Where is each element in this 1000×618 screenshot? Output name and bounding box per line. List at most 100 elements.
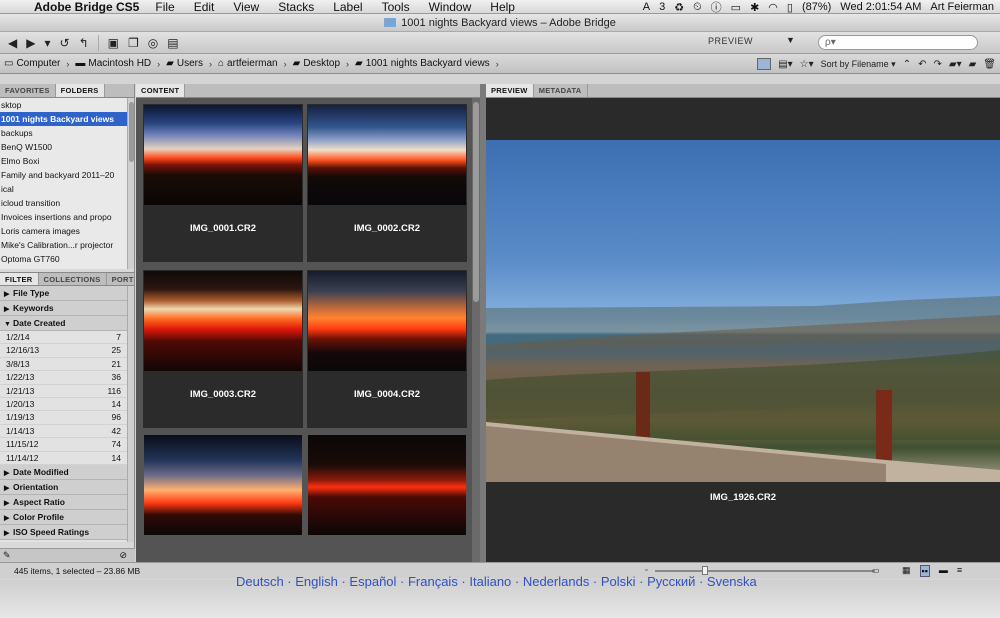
folder-item[interactable]: Loris camera images	[0, 224, 128, 238]
thumb-small-icon[interactable]: ▫	[645, 567, 647, 574]
thumbnail-image[interactable]	[144, 271, 302, 371]
copy-icon[interactable]: ❐	[128, 36, 139, 50]
thumbnail-image[interactable]	[308, 435, 466, 535]
sync-icon[interactable]: ♻	[674, 1, 684, 14]
thumbnail-image[interactable]	[308, 105, 466, 205]
crumb-arrow-icon[interactable]: ›	[496, 59, 499, 69]
tab-filter[interactable]: FILTER	[0, 273, 39, 285]
folder-item[interactable]: Optoma GT760	[0, 252, 128, 266]
list-view-icon[interactable]: ≡	[957, 565, 962, 577]
pin-icon[interactable]: ✎	[3, 550, 11, 561]
disclosure-closed-icon[interactable]: ▶	[4, 302, 13, 317]
filter-category[interactable]: ▶ Date Modified	[0, 464, 128, 480]
folder-item[interactable]: ical	[0, 182, 128, 196]
menu-tools[interactable]: Tools	[382, 0, 410, 14]
reveal-recent-icon[interactable]: ↰	[79, 36, 89, 50]
tab-collections[interactable]: COLLECTIONS	[39, 273, 107, 285]
star-filter-icon[interactable]: ☆▾	[800, 59, 814, 70]
folder-item[interactable]: Elmo Boxi	[0, 154, 128, 168]
date-filter-row[interactable]: 12/16/13 25	[0, 344, 128, 358]
rotate-left-icon[interactable]: ↶	[918, 59, 926, 70]
clear-filter-icon[interactable]: ⊘	[119, 550, 127, 561]
tab-folders[interactable]: FOLDERS	[55, 84, 105, 97]
thumbnail[interactable]: IMG_0003.CR2	[143, 270, 303, 428]
date-filter-row[interactable]: 1/2/14 7	[0, 331, 128, 345]
time-machine-icon[interactable]: ⏲	[693, 1, 702, 14]
crumb-arrow-icon[interactable]: ›	[209, 59, 212, 69]
thumbnail[interactable]	[307, 434, 467, 542]
back-arrow-icon[interactable]: ◀	[8, 36, 17, 50]
crumb-arrow-icon[interactable]: ›	[157, 59, 160, 69]
recent-icon[interactable]: ↺	[60, 36, 70, 50]
crumb-arrow-icon[interactable]: ›	[346, 59, 349, 69]
menu-edit[interactable]: Edit	[194, 0, 215, 14]
thumbnail-image[interactable]	[308, 271, 466, 371]
folder-item[interactable]: backups	[0, 126, 128, 140]
filter-category[interactable]: ▶ Aspect Ratio	[0, 494, 128, 511]
crumb-users[interactable]: ▰ Users	[166, 58, 203, 69]
thumbnail-image[interactable]	[144, 435, 302, 535]
open-recent-icon[interactable]: ▰▾	[949, 59, 962, 70]
forward-arrow-icon[interactable]: ▶	[26, 36, 35, 50]
folder-item[interactable]: sktop	[0, 98, 128, 112]
filter-category[interactable]: ▶ ISO Speed Ratings	[0, 524, 128, 541]
thumbnail-size-slider[interactable]	[655, 566, 875, 575]
crumb-desktop[interactable]: ▰ Desktop	[293, 58, 340, 69]
thumbnail[interactable]	[143, 434, 303, 542]
disclosure-closed-icon[interactable]: ▶	[4, 526, 13, 541]
tab-content[interactable]: CONTENT	[136, 84, 186, 97]
disclosure-closed-icon[interactable]: ▶	[4, 496, 13, 511]
thumbnail[interactable]: IMG_0001.CR2	[143, 104, 303, 262]
workspace-preview[interactable]: PREVIEW	[708, 36, 753, 46]
preview-image[interactable]	[486, 140, 1000, 482]
scroll-thumb[interactable]	[473, 102, 479, 302]
filter-category[interactable]: ▶ Color Profile	[0, 509, 128, 526]
filter-category[interactable]: ▼ Date Created	[0, 316, 128, 331]
sort-dropdown[interactable]: Sort by Filename ▾	[821, 59, 896, 70]
workspace-dropdown-icon[interactable]: ▼	[786, 35, 795, 45]
disclosure-closed-icon[interactable]: ▶	[4, 511, 13, 526]
clock[interactable]: Wed 2:01:54 AM	[840, 1, 921, 13]
tab-preview[interactable]: PREVIEW	[486, 84, 534, 97]
date-filter-row[interactable]: 11/15/12 74	[0, 438, 128, 452]
thumb-large-icon[interactable]: ▭	[872, 566, 880, 575]
sort-ascending-icon[interactable]: ⌃	[903, 59, 911, 70]
menu-label[interactable]: Label	[333, 0, 362, 14]
filter-scrollbar[interactable]	[127, 286, 134, 542]
tab-export[interactable]: PORT	[107, 273, 140, 285]
search-input[interactable]: ρ▾	[818, 35, 978, 50]
disclosure-open-icon[interactable]: ▼	[4, 317, 13, 332]
crumb-arrow-icon[interactable]: ›	[284, 59, 287, 69]
user-name[interactable]: Art Feierman	[930, 1, 994, 13]
folder-item[interactable]: 1001 nights Backyard views	[0, 112, 128, 126]
thumbnail[interactable]: IMG_0004.CR2	[307, 270, 467, 428]
disclosure-closed-icon[interactable]: ▶	[4, 481, 13, 496]
thumbnail-view-icon[interactable]: ▪▪	[919, 565, 930, 577]
scroll-thumb[interactable]	[129, 102, 134, 162]
filter-category[interactable]: ▶ Keywords	[0, 301, 128, 316]
crumb-computer[interactable]: ▭ Computer	[4, 58, 60, 69]
crumb-current-folder[interactable]: ▰ 1001 nights Backyard views	[355, 58, 490, 69]
date-filter-row[interactable]: 1/22/13 36	[0, 371, 128, 385]
folder-item[interactable]: Mike's Calibration...r projector	[0, 238, 128, 252]
tab-metadata[interactable]: METADATA	[534, 84, 588, 97]
filter-category[interactable]: ▶ Orientation	[0, 479, 128, 496]
window-titlebar[interactable]: 1001 nights Backyard views – Adobe Bridg…	[0, 14, 1000, 32]
folder-item[interactable]: BenQ W1500	[0, 140, 128, 154]
grid-view-button[interactable]	[757, 58, 772, 70]
grid-lock-icon[interactable]: ▦	[902, 565, 911, 577]
folder-item[interactable]: Family and backyard 2011–20	[0, 168, 128, 182]
folder-item[interactable]: icloud transition	[0, 196, 128, 210]
menu-window[interactable]: Window	[429, 0, 472, 14]
quality-dropdown-icon[interactable]: ▤▾	[778, 59, 792, 70]
menu-file[interactable]: File	[155, 0, 174, 14]
content-scrollbar[interactable]	[472, 98, 480, 562]
new-folder-icon[interactable]: ▰	[969, 59, 977, 70]
adobe-icon[interactable]: A	[643, 1, 650, 13]
date-filter-row[interactable]: 11/14/12 14	[0, 452, 128, 465]
output-icon[interactable]: ▤	[167, 36, 178, 50]
menu-help[interactable]: Help	[490, 0, 515, 14]
date-filter-row[interactable]: 3/8/13 21	[0, 358, 128, 372]
language-links[interactable]: Deutsch · English · Español · Français ·…	[236, 574, 757, 589]
date-filter-row[interactable]: 1/20/13 14	[0, 398, 128, 412]
